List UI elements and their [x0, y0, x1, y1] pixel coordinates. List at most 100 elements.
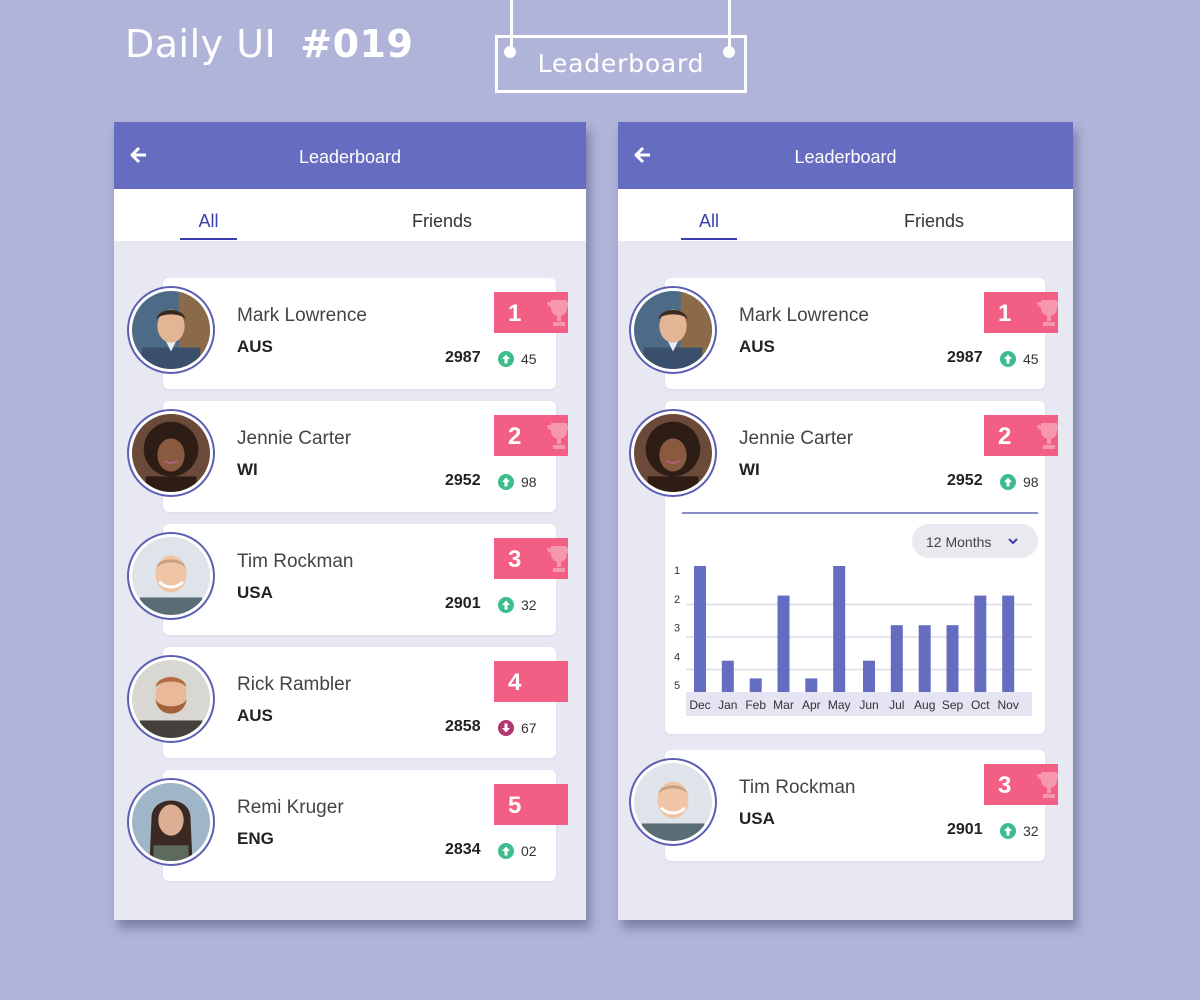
trophy-icon: [1036, 421, 1058, 451]
player-country: AUS: [739, 337, 775, 356]
arrow-up-circle-icon: [1000, 823, 1016, 839]
player-score: 2952: [445, 472, 481, 489]
player-country: WI: [237, 460, 258, 479]
rank-badge: 2: [494, 415, 568, 456]
tab-all[interactable]: All: [180, 189, 237, 240]
avatar: [127, 778, 215, 866]
x-tick-label: Feb: [745, 698, 766, 712]
y-tick-label: 3: [674, 623, 680, 635]
rank-badge: 4: [494, 661, 568, 702]
tab-friends[interactable]: Friends: [396, 189, 488, 241]
avatar: [127, 409, 215, 497]
player-name: Mark Lowrence: [739, 305, 869, 326]
sign-pin-left: [504, 46, 516, 58]
x-tick-label: Aug: [914, 698, 935, 712]
avatar: [629, 286, 717, 374]
chart-divider: [682, 512, 1038, 514]
player-name: Jennie Carter: [237, 428, 352, 449]
bar-jul[interactable]: [890, 625, 903, 692]
rank-badge: 3: [984, 764, 1058, 805]
x-tick-label: May: [828, 698, 851, 712]
trophy-icon: [1036, 298, 1058, 328]
rank-badge: 1: [494, 292, 568, 333]
arrow-up-circle-icon: [1000, 351, 1016, 367]
x-tick-label: Jul: [889, 698, 904, 712]
player-country: AUS: [237, 337, 273, 356]
x-tick-label: Nov: [998, 698, 1019, 712]
leaderboard-sign: Leaderboard: [495, 35, 747, 93]
bar-oct[interactable]: [974, 595, 987, 692]
score-change: 98: [1023, 474, 1039, 490]
trophy-icon: [546, 298, 568, 328]
arrow-up-circle-icon: [498, 474, 514, 490]
rank-number: 1: [998, 300, 1012, 327]
daily-ui-title: Daily UI #019: [125, 22, 413, 66]
bar-may[interactable]: [833, 566, 846, 692]
player-name: Tim Rockman: [739, 777, 856, 798]
x-tick-label: Sep: [942, 698, 964, 712]
bar-aug[interactable]: [918, 625, 931, 692]
chevron-down-icon: [1008, 538, 1018, 545]
period-dropdown[interactable]: 12 Months: [912, 524, 1038, 558]
daily-ui-number: #019: [300, 22, 414, 66]
player-score: 2952: [947, 472, 983, 489]
daily-ui-label: Daily UI: [125, 22, 277, 66]
rank-number: 3: [998, 772, 1012, 799]
bar-mar[interactable]: [777, 595, 790, 692]
score-change: 98: [521, 474, 537, 490]
leaderboard-screen-left: Leaderboard All Friends Mark Lowrence AUS…: [114, 122, 586, 920]
player-country: ENG: [237, 829, 274, 848]
arrow-up-circle-icon: [498, 843, 514, 859]
x-tick-label: Dec: [689, 698, 710, 712]
tab-bar: All Friends: [618, 189, 1073, 241]
x-tick-label: Mar: [773, 698, 794, 712]
x-tick-label: Jan: [718, 698, 737, 712]
trophy-icon: [546, 421, 568, 451]
bar-apr[interactable]: [805, 678, 818, 692]
score-change: 45: [1023, 351, 1039, 367]
bar-nov[interactable]: [1002, 595, 1015, 692]
rank-history-chart: 1 2 3 4 5 Dec Jan Feb Mar Apr May Jun Jul Aug Sep Oct No…: [674, 565, 1032, 716]
player-name: Remi Kruger: [237, 797, 344, 818]
tab-bar: All Friends: [114, 189, 586, 241]
arrow-down-circle-icon: [498, 720, 514, 736]
player-score: 2987: [947, 349, 983, 366]
rank-number: 3: [508, 546, 522, 573]
player-score: 2987: [445, 349, 481, 366]
arrow-up-circle-icon: [498, 597, 514, 613]
score-change: 32: [1023, 823, 1039, 839]
screen-title: Leaderboard: [298, 147, 402, 167]
player-country: AUS: [237, 706, 273, 725]
x-tick-label: Apr: [802, 698, 821, 712]
bar-jan[interactable]: [721, 660, 734, 692]
tab-friends[interactable]: Friends: [888, 189, 980, 241]
x-tick-label: Jun: [859, 698, 878, 712]
leaderboard-screen-right: Leaderboard All Friends Mark Lowrence AUS…: [618, 122, 1073, 920]
tab-all[interactable]: All: [681, 189, 737, 240]
trophy-icon: [1036, 770, 1058, 800]
sign-pin-right: [723, 46, 735, 58]
rank-number: 5: [508, 792, 522, 819]
avatar: [629, 409, 717, 497]
player-name: Tim Rockman: [237, 551, 354, 572]
bar-jun[interactable]: [863, 660, 875, 692]
score-change: 45: [521, 351, 537, 367]
x-tick-label: Oct: [971, 698, 990, 712]
bar-sep[interactable]: [946, 625, 959, 692]
player-score: 2858: [445, 718, 481, 735]
bar-feb[interactable]: [749, 678, 762, 692]
avatar: [127, 655, 215, 743]
player-country: USA: [739, 809, 775, 828]
avatar: [629, 758, 717, 846]
rank-number: 2: [998, 423, 1012, 450]
app-header: Leaderboard: [114, 122, 586, 189]
rank-badge: 5: [494, 784, 568, 825]
arrow-up-circle-icon: [1000, 474, 1016, 490]
player-score: 2901: [947, 821, 983, 838]
arrow-up-circle-icon: [498, 351, 514, 367]
app-header: Leaderboard: [618, 122, 1073, 189]
player-score: 2834: [445, 841, 481, 858]
bar-dec[interactable]: [694, 566, 706, 692]
rank-number: 2: [508, 423, 522, 450]
score-change: 32: [521, 597, 537, 613]
